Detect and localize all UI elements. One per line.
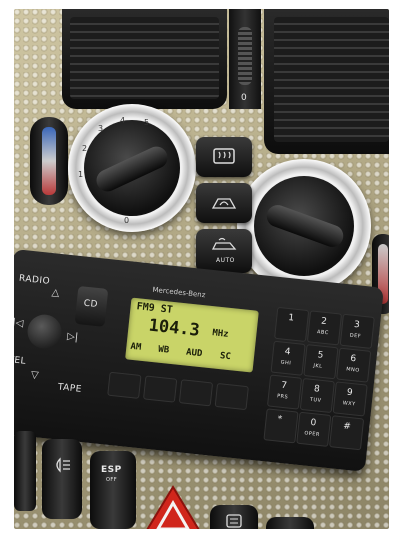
seat-heater-icon [226,514,242,528]
keypad-key[interactable]: 5 JKL [303,344,339,380]
cd-button-label: CD [83,298,99,311]
recirculation-button[interactable] [196,183,252,223]
keypad-key[interactable]: 1 [274,306,310,343]
softkey-row [107,371,259,412]
vent-wheel-label: 0 [241,93,248,103]
air-distribution-knob[interactable] [237,159,371,293]
down-arrow-icon[interactable]: ▽ [30,369,39,381]
lcd-frequency: 104.3 [147,315,201,341]
lcd-softkey-sc: SC [219,351,232,363]
hazard-triangle-icon [146,485,200,529]
dashboard-photo: 0 3 4 5 2 1 0 AUTO RADIO △ |◁ ▷| TEL ▽ T… [14,9,389,529]
car-airflow-icon [211,237,237,250]
rear-defrost-button[interactable] [196,137,252,177]
lcd-softkey-am: AM [129,341,142,353]
lcd-display: FM9 ST 104.3 MHz AM WB AUD SC [125,297,259,373]
keypad-key[interactable]: # [329,415,365,451]
fan-speed-knob[interactable]: 3 4 5 2 1 0 [68,104,196,232]
radio-left-controls: RADIO △ |◁ ▷| TEL ▽ TAPE [14,263,102,412]
auto-button[interactable]: AUTO [196,229,252,273]
softkey-2[interactable] [142,375,178,403]
lcd-softkey-aud: AUD [185,347,203,360]
recirculation-icon [211,198,237,209]
knob-tick-4: 4 [120,116,126,125]
brand-label: Mercedes-Benz [152,285,206,300]
next-track-icon[interactable]: ▷| [67,331,79,343]
knob-tick-1: 1 [78,170,84,179]
bottom-switch-6[interactable] [266,517,314,529]
knob-tick-5: 5 [144,118,150,127]
keypad-key[interactable]: 6 MNO [336,347,372,383]
softkey-4[interactable] [214,382,249,411]
left-temperature-dial[interactable] [30,117,68,205]
headlamp-switch[interactable] [42,439,82,519]
right-air-vent[interactable] [264,9,389,154]
keypad-key[interactable]: 9 WXY [332,381,368,417]
cd-button[interactable]: CD [74,285,109,327]
softkey-3[interactable] [178,379,214,407]
radio-button[interactable]: RADIO [18,274,50,287]
esp-label: ESP [101,465,122,475]
up-arrow-icon[interactable]: △ [51,287,60,299]
esp-sub-label: OFF [106,477,118,483]
keypad-key[interactable]: 3 DEF [339,313,375,349]
lcd-softkey-wb: WB [157,344,170,356]
tel-button[interactable]: TEL [14,355,26,367]
auto-button-label: AUTO [216,257,235,264]
keypad-key[interactable]: 4 GHI [270,340,306,376]
rear-defrost-icon [213,148,235,164]
esp-switch[interactable]: ESP OFF [90,451,136,529]
seat-heater-switch[interactable] [210,505,258,529]
lcd-unit: MHz [211,328,229,340]
knob-tick-3: 3 [98,124,104,133]
bottom-switch-1[interactable] [14,431,36,511]
keypad-key[interactable]: * [263,408,299,444]
lcd-line-1: FM9 ST [136,301,174,316]
keypad-key[interactable]: 8 TUV [299,377,335,414]
knob-tick-0: 0 [124,216,130,225]
vent-thumbwheel[interactable]: 0 [229,9,261,109]
left-air-vent[interactable] [62,9,227,109]
keypad-key[interactable]: 7 PRS [266,374,303,410]
keypad-key[interactable]: 2 ABC [306,310,343,346]
softkey-1[interactable] [107,371,142,399]
prev-track-icon[interactable]: |◁ [14,317,24,329]
hazard-button[interactable] [142,485,204,529]
keypad: 1 2 ABC 3 DEF 4 GHI 5 JKL 6 MNO 7 PRS 8 TUV 9 WX… [263,306,375,456]
volume-knob[interactable] [25,312,64,351]
headlamp-icon [56,457,70,473]
tape-button[interactable]: TAPE [57,382,82,394]
keypad-key[interactable]: 0 OPER [296,411,332,447]
knob-tick-2: 2 [82,144,88,153]
